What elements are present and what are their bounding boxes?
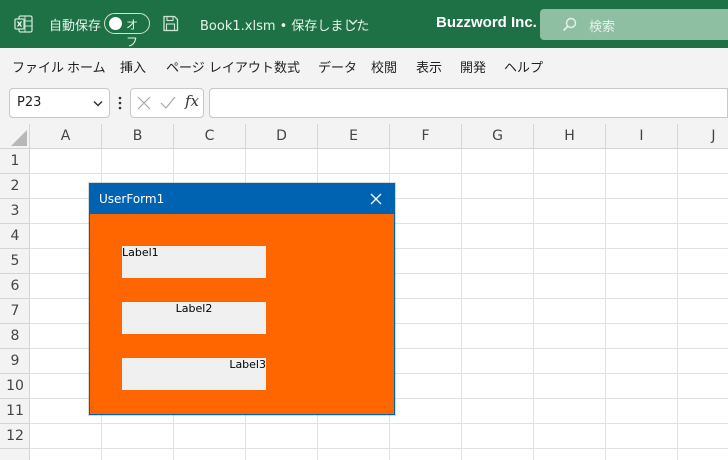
- menu-page-layout[interactable]: ページ レイアウト: [166, 57, 274, 76]
- row-header[interactable]: 6: [0, 274, 30, 299]
- select-all-triangle-icon: [11, 130, 27, 146]
- row-header[interactable]: 11: [0, 399, 30, 424]
- save-icon[interactable]: [162, 15, 179, 32]
- column-header[interactable]: F: [390, 124, 462, 149]
- chevron-down-icon[interactable]: [348, 18, 358, 26]
- label1-control[interactable]: Label1: [122, 246, 266, 278]
- search-placeholder: 検索: [589, 20, 616, 35]
- select-all-corner[interactable]: [0, 124, 30, 149]
- search-icon: [562, 17, 577, 32]
- row-header[interactable]: 10: [0, 374, 30, 399]
- row-headers: 1 2 3 4 5 6 7 8 9 10 11 12: [0, 149, 30, 460]
- row-header[interactable]: 3: [0, 199, 30, 224]
- name-box-value: P23: [17, 95, 42, 110]
- menu-insert[interactable]: 挿入: [120, 57, 146, 76]
- formula-buttons: fx: [130, 88, 204, 118]
- column-header[interactable]: B: [102, 124, 174, 149]
- chevron-down-icon[interactable]: [93, 100, 103, 107]
- autosave-label: 自動保存: [49, 19, 102, 34]
- column-header[interactable]: H: [534, 124, 606, 149]
- insert-function-button[interactable]: fx: [185, 92, 199, 110]
- menu-file[interactable]: ファイル: [12, 57, 64, 76]
- menu-home[interactable]: ホーム: [67, 57, 106, 76]
- column-header[interactable]: A: [30, 124, 102, 149]
- formula-bar: P23 fx: [0, 84, 728, 124]
- row-header[interactable]: 4: [0, 224, 30, 249]
- enter-check-icon[interactable]: [160, 96, 176, 110]
- autosave-toggle-state: オフ: [126, 18, 139, 49]
- column-header[interactable]: G: [462, 124, 534, 149]
- label2-caption: Label2: [175, 302, 213, 315]
- title-bar: 自動保存 オフ Book1.xlsm • 保存しました Buzzword Inc…: [0, 0, 728, 49]
- company-name: Buzzword Inc.: [436, 14, 537, 31]
- autosave-toggle[interactable]: オフ: [104, 13, 150, 49]
- menu-formulas[interactable]: 数式: [274, 57, 300, 76]
- label3-control[interactable]: Label3: [122, 358, 266, 390]
- menu-developer[interactable]: 開発: [460, 57, 486, 76]
- userform-titlebar[interactable]: UserForm1: [90, 184, 394, 214]
- row-header[interactable]: 5: [0, 249, 30, 274]
- menu-help[interactable]: ヘルプ: [504, 57, 543, 76]
- column-header[interactable]: E: [318, 124, 390, 149]
- toggle-knob: [109, 17, 122, 30]
- column-headers: A B C D E F G H I J: [30, 124, 728, 149]
- row-header[interactable]: 1: [0, 149, 30, 174]
- formula-input[interactable]: [209, 88, 728, 118]
- column-header[interactable]: J: [678, 124, 728, 149]
- userform-window[interactable]: UserForm1 Label1 Label2 Label3: [89, 183, 395, 415]
- row-header[interactable]: 8: [0, 324, 30, 349]
- name-box[interactable]: P23: [9, 88, 110, 118]
- row-header[interactable]: 7: [0, 299, 30, 324]
- row-header[interactable]: 2: [0, 174, 30, 199]
- document-title[interactable]: Book1.xlsm • 保存しました: [200, 15, 369, 34]
- row-header[interactable]: 12: [0, 424, 30, 449]
- search-input[interactable]: 検索: [540, 9, 728, 40]
- menu-review[interactable]: 校閲: [371, 57, 397, 76]
- label3-caption: Label3: [229, 358, 266, 371]
- menu-data[interactable]: データ: [318, 57, 357, 76]
- menu-view[interactable]: 表示: [416, 57, 442, 76]
- row-header[interactable]: 9: [0, 349, 30, 374]
- column-header[interactable]: I: [606, 124, 678, 149]
- label2-control[interactable]: Label2: [122, 302, 266, 334]
- userform-title: UserForm1: [99, 192, 165, 206]
- cancel-icon[interactable]: [137, 96, 151, 110]
- ribbon-menu-bar: ファイル ホーム 挿入 ページ レイアウト 数式 データ 校閲 表示 開発 ヘル…: [0, 48, 728, 84]
- more-options-icon[interactable]: [118, 96, 122, 110]
- column-header[interactable]: C: [174, 124, 246, 149]
- label1-caption: Label1: [122, 246, 159, 259]
- column-header[interactable]: D: [246, 124, 318, 149]
- excel-app-icon: [14, 15, 33, 33]
- close-icon[interactable]: [367, 190, 385, 208]
